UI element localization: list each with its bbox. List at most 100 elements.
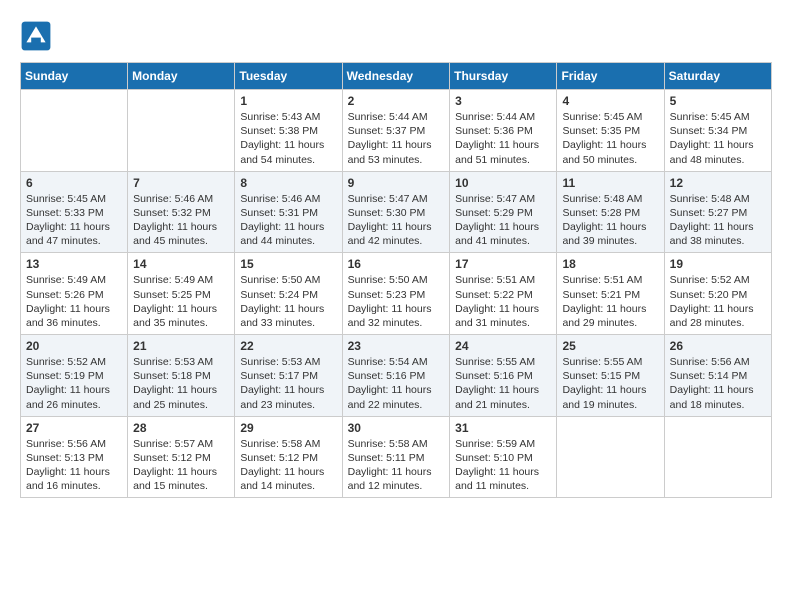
day-number: 22: [240, 339, 336, 353]
calendar-cell: 9Sunrise: 5:47 AMSunset: 5:30 PMDaylight…: [342, 171, 450, 253]
day-info: Sunrise: 5:56 AMSunset: 5:13 PMDaylight:…: [26, 437, 122, 494]
day-number: 20: [26, 339, 122, 353]
day-number: 18: [562, 257, 658, 271]
day-info: Sunrise: 5:49 AMSunset: 5:26 PMDaylight:…: [26, 273, 122, 330]
day-number: 28: [133, 421, 229, 435]
day-info: Sunrise: 5:53 AMSunset: 5:18 PMDaylight:…: [133, 355, 229, 412]
calendar-cell: [664, 416, 771, 498]
day-number: 8: [240, 176, 336, 190]
calendar-cell: 5Sunrise: 5:45 AMSunset: 5:34 PMDaylight…: [664, 90, 771, 172]
calendar-cell: 1Sunrise: 5:43 AMSunset: 5:38 PMDaylight…: [235, 90, 342, 172]
weekday-header: Sunday: [21, 63, 128, 90]
calendar-cell: 7 Sunrise: 5:46 AMSunset: 5:32 PMDaylight…: [128, 171, 235, 253]
day-number: 16: [348, 257, 445, 271]
weekday-header: Monday: [128, 63, 235, 90]
day-number: 31: [455, 421, 551, 435]
day-info: Sunrise: 5:51 AMSunset: 5:21 PMDaylight:…: [562, 273, 658, 330]
day-number: 6: [26, 176, 122, 190]
day-number: 5: [670, 94, 766, 108]
day-number: 1: [240, 94, 336, 108]
day-info: Sunrise: 5:55 AMSunset: 5:16 PMDaylight:…: [455, 355, 551, 412]
day-info: Sunrise: 5:47 AMSunset: 5:29 PMDaylight:…: [455, 192, 551, 249]
day-number: 11: [562, 176, 658, 190]
day-info: Sunrise: 5:49 AMSunset: 5:25 PMDaylight:…: [133, 273, 229, 330]
calendar-week-row: 20 Sunrise: 5:52 AMSunset: 5:19 PMDayligh…: [21, 335, 772, 417]
day-info: Sunrise: 5:44 AMSunset: 5:36 PMDaylight:…: [455, 110, 551, 167]
calendar-cell: 17 Sunrise: 5:51 AMSunset: 5:22 PMDayligh…: [450, 253, 557, 335]
calendar-week-row: 6 Sunrise: 5:45 AMSunset: 5:33 PMDaylight…: [21, 171, 772, 253]
logo: [20, 20, 56, 52]
calendar-week-row: 13 Sunrise: 5:49 AMSunset: 5:26 PMDayligh…: [21, 253, 772, 335]
calendar-cell: 25 Sunrise: 5:55 AMSunset: 5:15 PMDayligh…: [557, 335, 664, 417]
day-info: Sunrise: 5:52 AMSunset: 5:20 PMDaylight:…: [670, 273, 766, 330]
calendar-cell: 26Sunrise: 5:56 AMSunset: 5:14 PMDayligh…: [664, 335, 771, 417]
day-number: 21: [133, 339, 229, 353]
calendar-cell: 28Sunrise: 5:57 AMSunset: 5:12 PMDayligh…: [128, 416, 235, 498]
calendar-cell: 12 Sunrise: 5:48 AMSunset: 5:27 PMDayligh…: [664, 171, 771, 253]
calendar-cell: 24 Sunrise: 5:55 AMSunset: 5:16 PMDayligh…: [450, 335, 557, 417]
day-info: Sunrise: 5:58 AMSunset: 5:11 PMDaylight:…: [348, 437, 445, 494]
day-number: 14: [133, 257, 229, 271]
calendar-cell: 8 Sunrise: 5:46 AMSunset: 5:31 PMDaylight…: [235, 171, 342, 253]
day-info: Sunrise: 5:56 AMSunset: 5:14 PMDaylight:…: [670, 355, 766, 412]
weekday-header: Wednesday: [342, 63, 450, 90]
day-number: 25: [562, 339, 658, 353]
calendar-cell: 21 Sunrise: 5:53 AMSunset: 5:18 PMDayligh…: [128, 335, 235, 417]
day-info: Sunrise: 5:44 AMSunset: 5:37 PMDaylight:…: [348, 110, 445, 167]
day-info: Sunrise: 5:48 AMSunset: 5:28 PMDaylight:…: [562, 192, 658, 249]
logo-icon: [20, 20, 52, 52]
day-number: 29: [240, 421, 336, 435]
day-number: 2: [348, 94, 445, 108]
weekday-header: Friday: [557, 63, 664, 90]
calendar-cell: 3 Sunrise: 5:44 AMSunset: 5:36 PMDaylight…: [450, 90, 557, 172]
calendar-cell: 19 Sunrise: 5:52 AMSunset: 5:20 PMDayligh…: [664, 253, 771, 335]
calendar-cell: 18 Sunrise: 5:51 AMSunset: 5:21 PMDayligh…: [557, 253, 664, 335]
day-info: Sunrise: 5:46 AMSunset: 5:32 PMDaylight:…: [133, 192, 229, 249]
calendar-cell: 11 Sunrise: 5:48 AMSunset: 5:28 PMDayligh…: [557, 171, 664, 253]
day-number: 19: [670, 257, 766, 271]
calendar-week-row: 1Sunrise: 5:43 AMSunset: 5:38 PMDaylight…: [21, 90, 772, 172]
calendar-cell: 16 Sunrise: 5:50 AMSunset: 5:23 PMDayligh…: [342, 253, 450, 335]
calendar-cell: 20 Sunrise: 5:52 AMSunset: 5:19 PMDayligh…: [21, 335, 128, 417]
calendar-header-row: SundayMondayTuesdayWednesdayThursdayFrid…: [21, 63, 772, 90]
day-info: Sunrise: 5:59 AMSunset: 5:10 PMDaylight:…: [455, 437, 551, 494]
calendar-cell: 10 Sunrise: 5:47 AMSunset: 5:29 PMDayligh…: [450, 171, 557, 253]
calendar-cell: 30 Sunrise: 5:58 AMSunset: 5:11 PMDayligh…: [342, 416, 450, 498]
day-number: 7: [133, 176, 229, 190]
calendar-cell: [21, 90, 128, 172]
day-info: Sunrise: 5:50 AMSunset: 5:24 PMDaylight:…: [240, 273, 336, 330]
calendar-cell: 31 Sunrise: 5:59 AMSunset: 5:10 PMDayligh…: [450, 416, 557, 498]
day-number: 27: [26, 421, 122, 435]
calendar-cell: 23 Sunrise: 5:54 AMSunset: 5:16 PMDayligh…: [342, 335, 450, 417]
day-number: 3: [455, 94, 551, 108]
day-number: 4: [562, 94, 658, 108]
day-info: Sunrise: 5:51 AMSunset: 5:22 PMDaylight:…: [455, 273, 551, 330]
calendar-cell: 13 Sunrise: 5:49 AMSunset: 5:26 PMDayligh…: [21, 253, 128, 335]
day-info: Sunrise: 5:45 AMSunset: 5:35 PMDaylight:…: [562, 110, 658, 167]
day-info: Sunrise: 5:46 AMSunset: 5:31 PMDaylight:…: [240, 192, 336, 249]
calendar-cell: 15 Sunrise: 5:50 AMSunset: 5:24 PMDayligh…: [235, 253, 342, 335]
weekday-header: Tuesday: [235, 63, 342, 90]
calendar-cell: [557, 416, 664, 498]
calendar-cell: 14 Sunrise: 5:49 AMSunset: 5:25 PMDayligh…: [128, 253, 235, 335]
day-number: 9: [348, 176, 445, 190]
day-info: Sunrise: 5:48 AMSunset: 5:27 PMDaylight:…: [670, 192, 766, 249]
day-info: Sunrise: 5:50 AMSunset: 5:23 PMDaylight:…: [348, 273, 445, 330]
calendar-cell: 27 Sunrise: 5:56 AMSunset: 5:13 PMDayligh…: [21, 416, 128, 498]
day-number: 15: [240, 257, 336, 271]
calendar-cell: 22 Sunrise: 5:53 AMSunset: 5:17 PMDayligh…: [235, 335, 342, 417]
day-info: Sunrise: 5:55 AMSunset: 5:15 PMDaylight:…: [562, 355, 658, 412]
day-number: 13: [26, 257, 122, 271]
day-number: 10: [455, 176, 551, 190]
calendar-cell: 6 Sunrise: 5:45 AMSunset: 5:33 PMDaylight…: [21, 171, 128, 253]
day-info: Sunrise: 5:53 AMSunset: 5:17 PMDaylight:…: [240, 355, 336, 412]
day-info: Sunrise: 5:54 AMSunset: 5:16 PMDaylight:…: [348, 355, 445, 412]
day-info: Sunrise: 5:52 AMSunset: 5:19 PMDaylight:…: [26, 355, 122, 412]
day-number: 23: [348, 339, 445, 353]
day-number: 12: [670, 176, 766, 190]
day-number: 17: [455, 257, 551, 271]
day-number: 24: [455, 339, 551, 353]
day-number: 30: [348, 421, 445, 435]
calendar-cell: [128, 90, 235, 172]
day-info: Sunrise: 5:45 AMSunset: 5:33 PMDaylight:…: [26, 192, 122, 249]
